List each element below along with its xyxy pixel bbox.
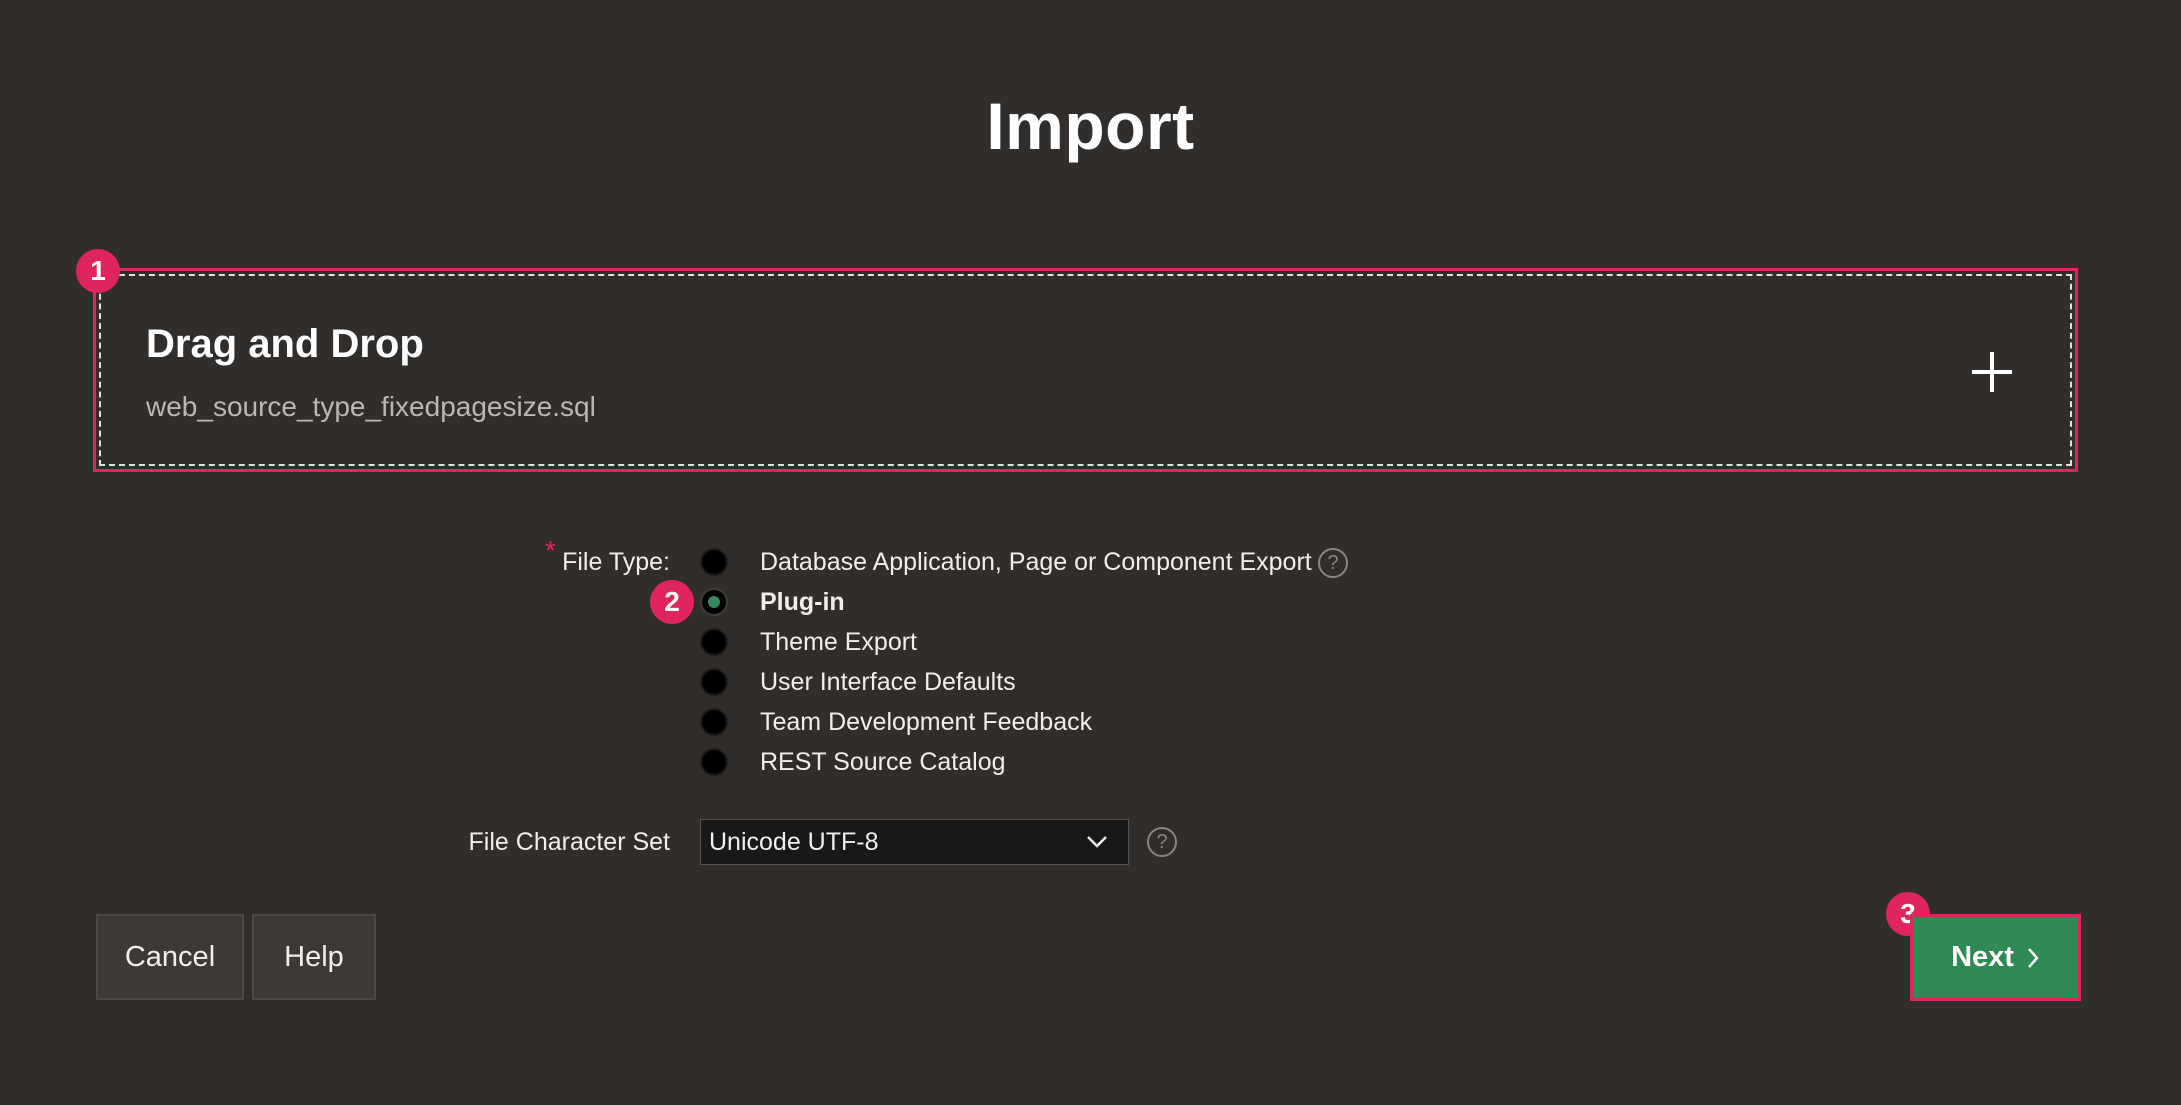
radio-label: REST Source Catalog: [760, 747, 1006, 776]
drop-zone-title: Drag and Drop: [146, 322, 424, 366]
radio-label: Theme Export: [760, 627, 918, 656]
file-type-label: File Type:: [562, 548, 670, 576]
radio-label: Team Development Feedback: [760, 707, 1093, 736]
file-drop-zone[interactable]: [93, 268, 2078, 472]
cancel-button[interactable]: Cancel: [96, 914, 244, 1000]
help-icon[interactable]: ?: [1318, 548, 1348, 578]
radio-option-rest-source-catalog[interactable]: REST Source Catalog: [700, 745, 1006, 779]
radio-button[interactable]: [700, 668, 728, 696]
radio-label: Plug-in: [760, 587, 845, 616]
page-title: Import: [986, 89, 1195, 163]
chevron-down-icon: [1087, 836, 1107, 848]
radio-button[interactable]: [700, 628, 728, 656]
radio-option-user-interface-defaults[interactable]: User Interface Defaults: [700, 665, 1016, 699]
plus-icon[interactable]: [1970, 350, 2014, 394]
radio-button-checked[interactable]: [700, 588, 728, 616]
next-button[interactable]: Next: [1910, 914, 2081, 1001]
radio-label: Database Application, Page or Component …: [760, 547, 1312, 576]
radio-button[interactable]: [700, 748, 728, 776]
radio-option-theme-export[interactable]: Theme Export: [700, 625, 917, 659]
help-icon[interactable]: ?: [1147, 827, 1177, 857]
help-button[interactable]: Help: [252, 914, 376, 1000]
file-character-set-select[interactable]: Unicode UTF-8: [700, 819, 1129, 865]
select-value: Unicode UTF-8: [709, 827, 879, 856]
radio-option-database-application[interactable]: Database Application, Page or Component …: [700, 545, 1312, 579]
radio-button[interactable]: [700, 548, 728, 576]
drop-zone-filename: web_source_type_fixedpagesize.sql: [146, 391, 596, 422]
next-button-label: Next: [1951, 941, 2014, 973]
radio-label: User Interface Defaults: [760, 667, 1016, 696]
radio-button[interactable]: [700, 708, 728, 736]
step-badge-1: 1: [76, 249, 120, 293]
step-badge-2: 2: [650, 580, 694, 624]
radio-option-team-development-feedback[interactable]: Team Development Feedback: [700, 705, 1092, 739]
chevron-right-icon: [2027, 947, 2039, 968]
radio-option-plug-in[interactable]: Plug-in: [700, 585, 845, 619]
file-character-set-label: File Character Set: [468, 828, 670, 856]
drop-zone-dashed-border: [99, 274, 2072, 466]
